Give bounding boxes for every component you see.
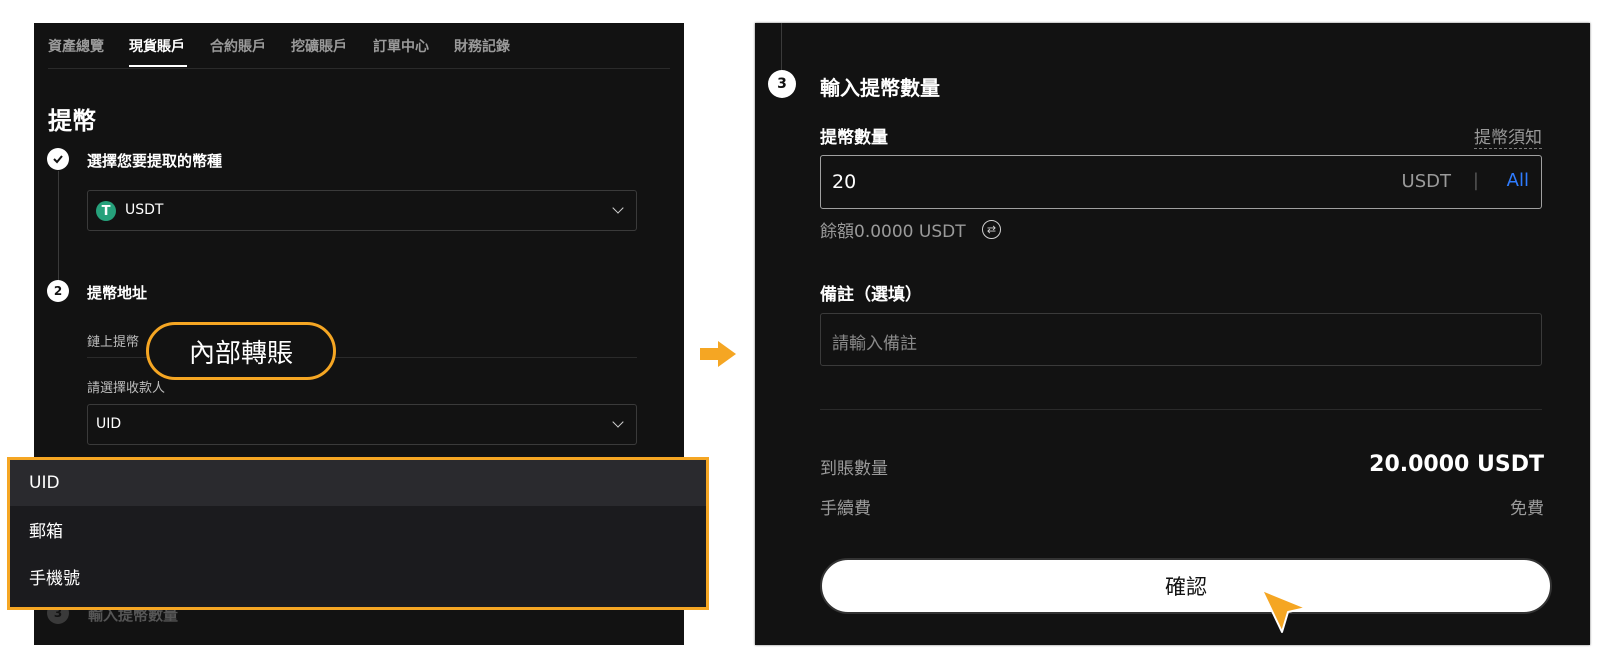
- chevron-down-icon: [612, 202, 624, 214]
- withdraw-notice-link[interactable]: 提幣須知: [1474, 123, 1542, 149]
- dropdown-option-uid[interactable]: UID: [10, 460, 706, 506]
- page-title: 提幣: [48, 107, 96, 135]
- withdraw-panel-right: 3 輸入提幣數量 提幣數量 提幣須知 20 USDT | All 餘額0.000…: [755, 23, 1590, 645]
- received-amount-value: 20.0000 USDT: [1369, 452, 1544, 477]
- recipient-label: 請選擇收款人: [87, 381, 166, 396]
- tab-order-center[interactable]: 訂單中心: [373, 36, 429, 56]
- amount-input[interactable]: 20 USDT | All: [820, 155, 1542, 209]
- dropdown-option-email[interactable]: 郵箱: [10, 506, 706, 552]
- internal-transfer-callout: 內部轉賬: [146, 322, 336, 380]
- tab-onchain-withdraw[interactable]: 鏈上提幣: [87, 331, 139, 350]
- amount-input-value: 20: [832, 171, 857, 193]
- step3-number: 3: [768, 70, 796, 98]
- fee-value: 免費: [1510, 499, 1544, 519]
- amount-label: 提幣數量: [820, 128, 888, 148]
- step1-title: 選擇您要提取的幣種: [87, 152, 223, 170]
- step-connector: [58, 171, 59, 281]
- tether-icon: T: [96, 201, 116, 221]
- coin-select-value: USDT: [125, 202, 164, 218]
- step2-title: 提幣地址: [87, 284, 148, 302]
- coin-select[interactable]: T USDT: [87, 190, 637, 231]
- available-balance: 餘額0.0000 USDT: [820, 222, 966, 242]
- tab-financial-records[interactable]: 財務記錄: [454, 36, 510, 56]
- active-tab-underline: [129, 65, 187, 67]
- tab-asset-overview[interactable]: 資產總覽: [48, 36, 104, 56]
- recipient-type-select[interactable]: UID: [87, 404, 637, 445]
- arrow-right-icon: [700, 341, 736, 367]
- tab-spot-account[interactable]: 現貨賬戶: [129, 36, 185, 56]
- all-button[interactable]: All: [1507, 170, 1529, 191]
- recipient-type-dropdown: UID 郵箱 手機號: [7, 457, 709, 610]
- tab-futures-account[interactable]: 合約賬戶: [210, 36, 266, 56]
- account-tabs: 資產總覽 現貨賬戶 合約賬戶 挖礦賬戶 訂單中心 財務記錄: [48, 23, 670, 69]
- remark-label: 備註（選填）: [820, 285, 922, 305]
- transfer-swap-icon[interactable]: ⇄: [982, 220, 1001, 239]
- recipient-type-value: UID: [96, 416, 122, 432]
- mouse-cursor-icon: [1261, 589, 1307, 633]
- unit-separator: |: [1472, 170, 1479, 191]
- dropdown-option-phone[interactable]: 手機號: [10, 553, 706, 599]
- chevron-down-icon: [612, 416, 624, 428]
- step2-number: 2: [47, 280, 69, 302]
- remark-placeholder: 請輸入備註: [832, 334, 917, 354]
- tab-mining-account[interactable]: 挖礦賬戶: [291, 36, 347, 56]
- amount-unit: USDT: [1401, 171, 1451, 192]
- step-connector: [781, 23, 782, 71]
- remark-input[interactable]: 請輸入備註: [820, 313, 1542, 366]
- received-amount-label: 到賬數量: [820, 459, 888, 479]
- check-icon: [47, 148, 69, 170]
- summary-divider: [820, 409, 1542, 410]
- fee-label: 手續費: [820, 499, 871, 519]
- confirm-button[interactable]: 確認: [820, 558, 1552, 614]
- step3-title: 輸入提幣數量: [820, 76, 940, 100]
